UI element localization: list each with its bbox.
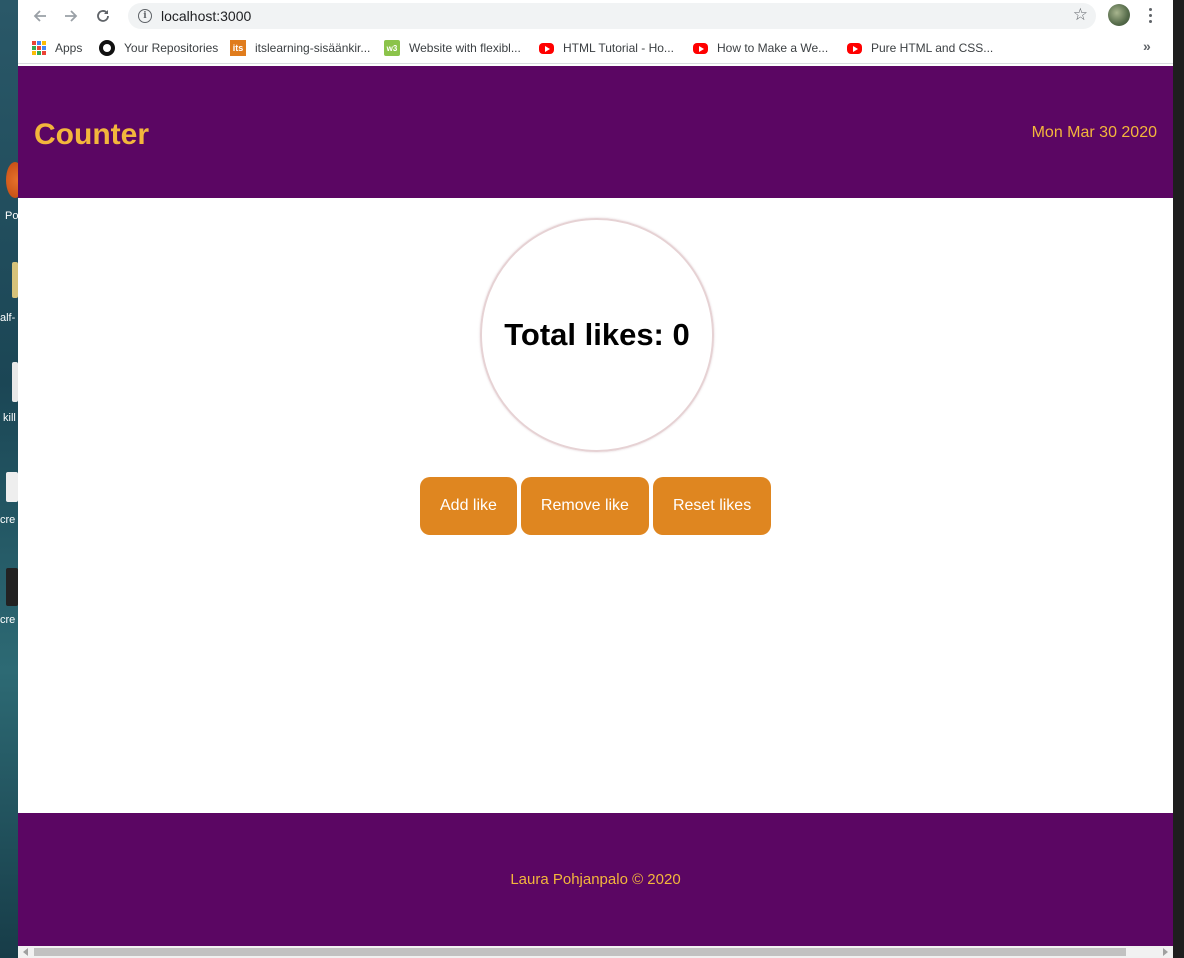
- desktop-label-fragment: cre: [0, 614, 16, 626]
- web-page: Counter Mon Mar 30 2020 Total likes: 0 A…: [18, 66, 1173, 946]
- bookmarks-overflow-icon[interactable]: »: [1143, 38, 1151, 54]
- back-arrow-icon[interactable]: [29, 5, 51, 27]
- bookmark-label: Website with flexibl...: [409, 41, 521, 55]
- scroll-left-icon[interactable]: [23, 948, 28, 956]
- remove-like-button[interactable]: Remove like: [520, 477, 649, 535]
- itslearning-icon: its: [230, 40, 246, 56]
- browser-menu-icon[interactable]: [1144, 4, 1156, 26]
- desktop-file-icon[interactable]: [6, 472, 18, 502]
- scrollbar-thumb[interactable]: [34, 948, 1126, 956]
- address-bar[interactable]: i localhost:3000 ☆: [128, 3, 1096, 29]
- bookmark-html-tutorial[interactable]: HTML Tutorial - Ho...: [539, 39, 674, 57]
- likes-circle: Total likes: 0: [480, 218, 714, 452]
- bookmark-label: Pure HTML and CSS...: [871, 41, 994, 55]
- bookmark-label: Apps: [55, 41, 83, 55]
- footer-text: Laura Pohjanpalo © 2020: [510, 871, 681, 888]
- site-header: Counter Mon Mar 30 2020: [18, 66, 1173, 198]
- youtube-icon: [539, 42, 554, 54]
- address-url[interactable]: localhost:3000: [161, 8, 251, 24]
- apps-grid-icon: [32, 41, 46, 55]
- bookmark-how-to-make[interactable]: How to Make a We...: [693, 39, 828, 57]
- profile-avatar[interactable]: [1108, 4, 1130, 26]
- add-like-button[interactable]: Add like: [420, 477, 517, 535]
- bookmark-website-flexible[interactable]: w3 Website with flexibl...: [384, 39, 521, 57]
- main-content: Total likes: 0 Add like Remove like Rese…: [18, 198, 1173, 813]
- bookmark-itslearning[interactable]: its itslearning-sisäänkir...: [230, 39, 370, 57]
- scroll-right-icon[interactable]: [1163, 948, 1168, 956]
- code-editor-background: [1173, 0, 1184, 958]
- button-group: Add like Remove like Reset likes: [420, 477, 772, 535]
- bookmark-label: itslearning-sisäänkir...: [255, 41, 371, 55]
- desktop-background-left: Po alf- kill cre cre: [0, 0, 18, 958]
- browser-toolbar: i localhost:3000 ☆: [18, 0, 1173, 32]
- horizontal-scrollbar[interactable]: [18, 946, 1173, 958]
- forward-arrow-icon[interactable]: [60, 5, 82, 27]
- bookmark-star-icon[interactable]: ☆: [1073, 5, 1088, 25]
- site-date: Mon Mar 30 2020: [1031, 124, 1157, 141]
- bookmark-apps[interactable]: Apps: [32, 39, 82, 57]
- reload-icon[interactable]: [92, 5, 114, 27]
- desktop-file-icon[interactable]: [6, 568, 18, 606]
- browser-window: i localhost:3000 ☆ Apps Your Repositorie…: [18, 0, 1173, 958]
- total-likes: Total likes: 0: [504, 317, 690, 352]
- bookmark-pure-html-css[interactable]: Pure HTML and CSS...: [847, 39, 993, 57]
- reset-likes-button[interactable]: Reset likes: [652, 477, 772, 535]
- desktop-app-icon[interactable]: [6, 162, 18, 198]
- info-icon[interactable]: i: [138, 9, 152, 23]
- youtube-icon: [693, 42, 708, 54]
- desktop-label-fragment: alf-: [0, 312, 16, 324]
- desktop-label-fragment: kill: [3, 412, 16, 424]
- site-title: Counter: [34, 118, 149, 151]
- bookmark-label: HTML Tutorial - Ho...: [563, 41, 674, 55]
- bookmark-label: How to Make a We...: [717, 41, 829, 55]
- w3schools-icon: w3: [384, 40, 400, 56]
- github-icon: [99, 40, 115, 56]
- desktop-label-fragment: Po: [5, 210, 18, 222]
- bookmark-your-repositories[interactable]: Your Repositories: [99, 39, 218, 57]
- bookmarks-bar: Apps Your Repositories its itslearning-s…: [18, 32, 1173, 64]
- bookmark-label: Your Repositories: [124, 41, 219, 55]
- youtube-icon: [847, 42, 862, 54]
- site-footer: Laura Pohjanpalo © 2020: [18, 813, 1173, 946]
- desktop-label-fragment: cre: [0, 514, 16, 526]
